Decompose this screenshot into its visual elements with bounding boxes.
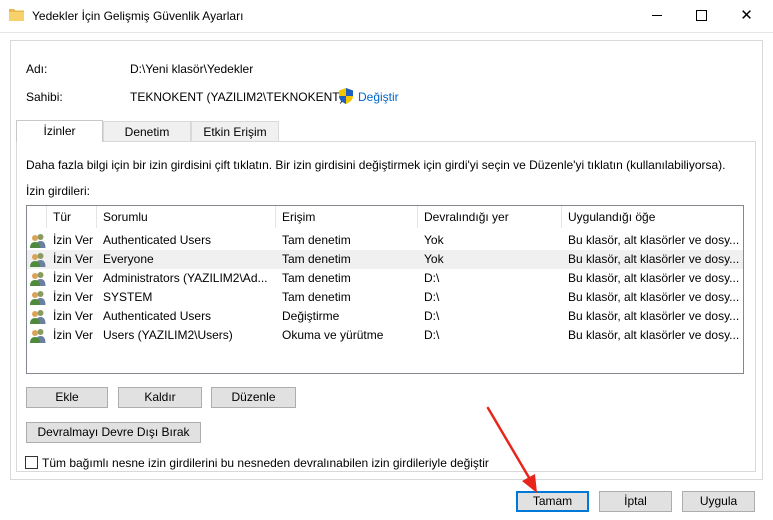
tab-permissions[interactable]: İzinler xyxy=(16,120,103,142)
table-row[interactable]: İzin Ver Everyone Tam denetim Yok Bu klasör,… xyxy=(27,250,743,269)
close-icon: ✕ xyxy=(740,6,753,24)
cell-applies-to: Bu klasör, alt klasörler ve dosy... xyxy=(568,309,740,323)
cell-principal: Authenticated Users xyxy=(103,233,212,247)
table-row[interactable]: İzin Ver Administrators (YAZILIM2\Ad... Ta… xyxy=(27,269,743,288)
cell-type: İzin Ver xyxy=(53,233,94,247)
edit-button[interactable]: Düzenle xyxy=(211,387,296,408)
cell-inherited-from: D:\ xyxy=(424,309,440,323)
cell-access: Tam denetim xyxy=(282,271,351,285)
user-group-icon xyxy=(30,291,46,305)
name-label: Adı: xyxy=(26,62,48,76)
cell-principal: Authenticated Users xyxy=(103,309,212,323)
user-group-icon xyxy=(30,272,46,286)
permission-entries-label: İzin girdileri: xyxy=(26,184,91,198)
user-group-icon xyxy=(30,310,46,324)
tab-auditing-label: Denetim xyxy=(124,125,170,139)
cell-principal: Everyone xyxy=(103,252,154,266)
cell-applies-to: Bu klasör, alt klasörler ve dosy... xyxy=(568,233,740,247)
cell-inherited-from: D:\ xyxy=(424,290,440,304)
folder-icon xyxy=(9,9,24,21)
cell-applies-to: Bu klasör, alt klasörler ve dosy... xyxy=(568,290,740,304)
change-owner-link[interactable]: Değiştir xyxy=(358,90,399,104)
remove-button[interactable]: Kaldır xyxy=(118,387,202,408)
list-header: Tür Sorumlu Erişim Devralındığı yer Uygu… xyxy=(27,206,743,228)
add-button[interactable]: Ekle xyxy=(26,387,108,408)
table-row[interactable]: İzin Ver SYSTEM Tam denetim D:\ Bu klasör, a… xyxy=(27,288,743,307)
cancel-button[interactable]: İptal xyxy=(599,491,672,512)
owner-value: TEKNOKENT (YAZILIM2\TEKNOKENT) xyxy=(130,90,344,104)
cell-applies-to: Bu klasör, alt klasörler ve dosy... xyxy=(568,328,740,342)
cell-type: İzin Ver xyxy=(53,328,94,342)
title-bar: Yedekler İçin Gelişmiş Güvenlik Ayarları… xyxy=(0,0,773,33)
column-header-access[interactable]: Erişim xyxy=(276,206,418,228)
cell-type: İzin Ver xyxy=(53,290,94,304)
permission-entries-list[interactable]: Tür Sorumlu Erişim Devralındığı yer Uygu… xyxy=(26,205,744,374)
cell-inherited-from: Yok xyxy=(424,233,444,247)
cell-type: İzin Ver xyxy=(53,252,94,266)
close-button[interactable]: ✕ xyxy=(724,0,769,31)
uac-shield-icon xyxy=(339,88,353,104)
user-group-icon xyxy=(30,329,46,343)
column-header-type[interactable]: Tür xyxy=(47,206,97,228)
user-group-icon xyxy=(30,253,46,267)
cell-type: İzin Ver xyxy=(53,309,94,323)
user-group-icon xyxy=(30,234,46,248)
owner-label: Sahibi: xyxy=(26,90,63,104)
replace-child-permissions-checkbox[interactable] xyxy=(25,456,38,469)
disable-inheritance-button[interactable]: Devralmayı Devre Dışı Bırak xyxy=(26,422,201,443)
window-title: Yedekler İçin Gelişmiş Güvenlik Ayarları xyxy=(32,9,244,23)
cell-applies-to: Bu klasör, alt klasörler ve dosy... xyxy=(568,271,740,285)
cell-principal: Users (YAZILIM2\Users) xyxy=(103,328,233,342)
maximize-button[interactable] xyxy=(679,0,724,31)
column-header-applies-to[interactable]: Uygulandığı öğe xyxy=(562,206,743,228)
apply-button[interactable]: Uygula xyxy=(682,491,755,512)
cell-access: Tam denetim xyxy=(282,233,351,247)
tab-auditing[interactable]: Denetim xyxy=(103,121,191,141)
tab-effective-access[interactable]: Etkin Erişim xyxy=(191,121,279,141)
column-header-inherited-from[interactable]: Devralındığı yer xyxy=(418,206,562,228)
permissions-hint: Daha fazla bilgi için bir izin girdisini… xyxy=(26,158,726,172)
tab-effective-access-label: Etkin Erişim xyxy=(203,125,267,139)
cell-inherited-from: Yok xyxy=(424,252,444,266)
minimize-button[interactable] xyxy=(634,0,679,31)
table-row[interactable]: İzin Ver Authenticated Users Değiştirme D:\… xyxy=(27,307,743,326)
maximize-icon xyxy=(696,10,707,21)
cell-inherited-from: D:\ xyxy=(424,271,440,285)
ok-button[interactable]: Tamam xyxy=(516,491,589,512)
table-row[interactable]: İzin Ver Users (YAZILIM2\Users) Okuma ve y… xyxy=(27,326,743,345)
column-header-principal[interactable]: Sorumlu xyxy=(97,206,276,228)
cell-applies-to: Bu klasör, alt klasörler ve dosy... xyxy=(568,252,740,266)
cell-inherited-from: D:\ xyxy=(424,328,440,342)
table-row[interactable]: İzin Ver Authenticated Users Tam denetim Yo… xyxy=(27,231,743,250)
cell-access: Tam denetim xyxy=(282,252,351,266)
name-value: D:\Yeni klasör\Yedekler xyxy=(130,62,254,76)
minimize-icon xyxy=(651,15,662,16)
cell-principal: Administrators (YAZILIM2\Ad... xyxy=(103,271,268,285)
replace-child-permissions-label: Tüm bağımlı nesne izin girdilerini bu ne… xyxy=(42,456,489,470)
tab-permissions-label: İzinler xyxy=(43,124,76,138)
cell-type: İzin Ver xyxy=(53,271,94,285)
cell-access: Değiştirme xyxy=(282,309,340,323)
cell-access: Okuma ve yürütme xyxy=(282,328,384,342)
cell-principal: SYSTEM xyxy=(103,290,153,304)
cell-access: Tam denetim xyxy=(282,290,351,304)
column-header-icon xyxy=(27,206,47,228)
